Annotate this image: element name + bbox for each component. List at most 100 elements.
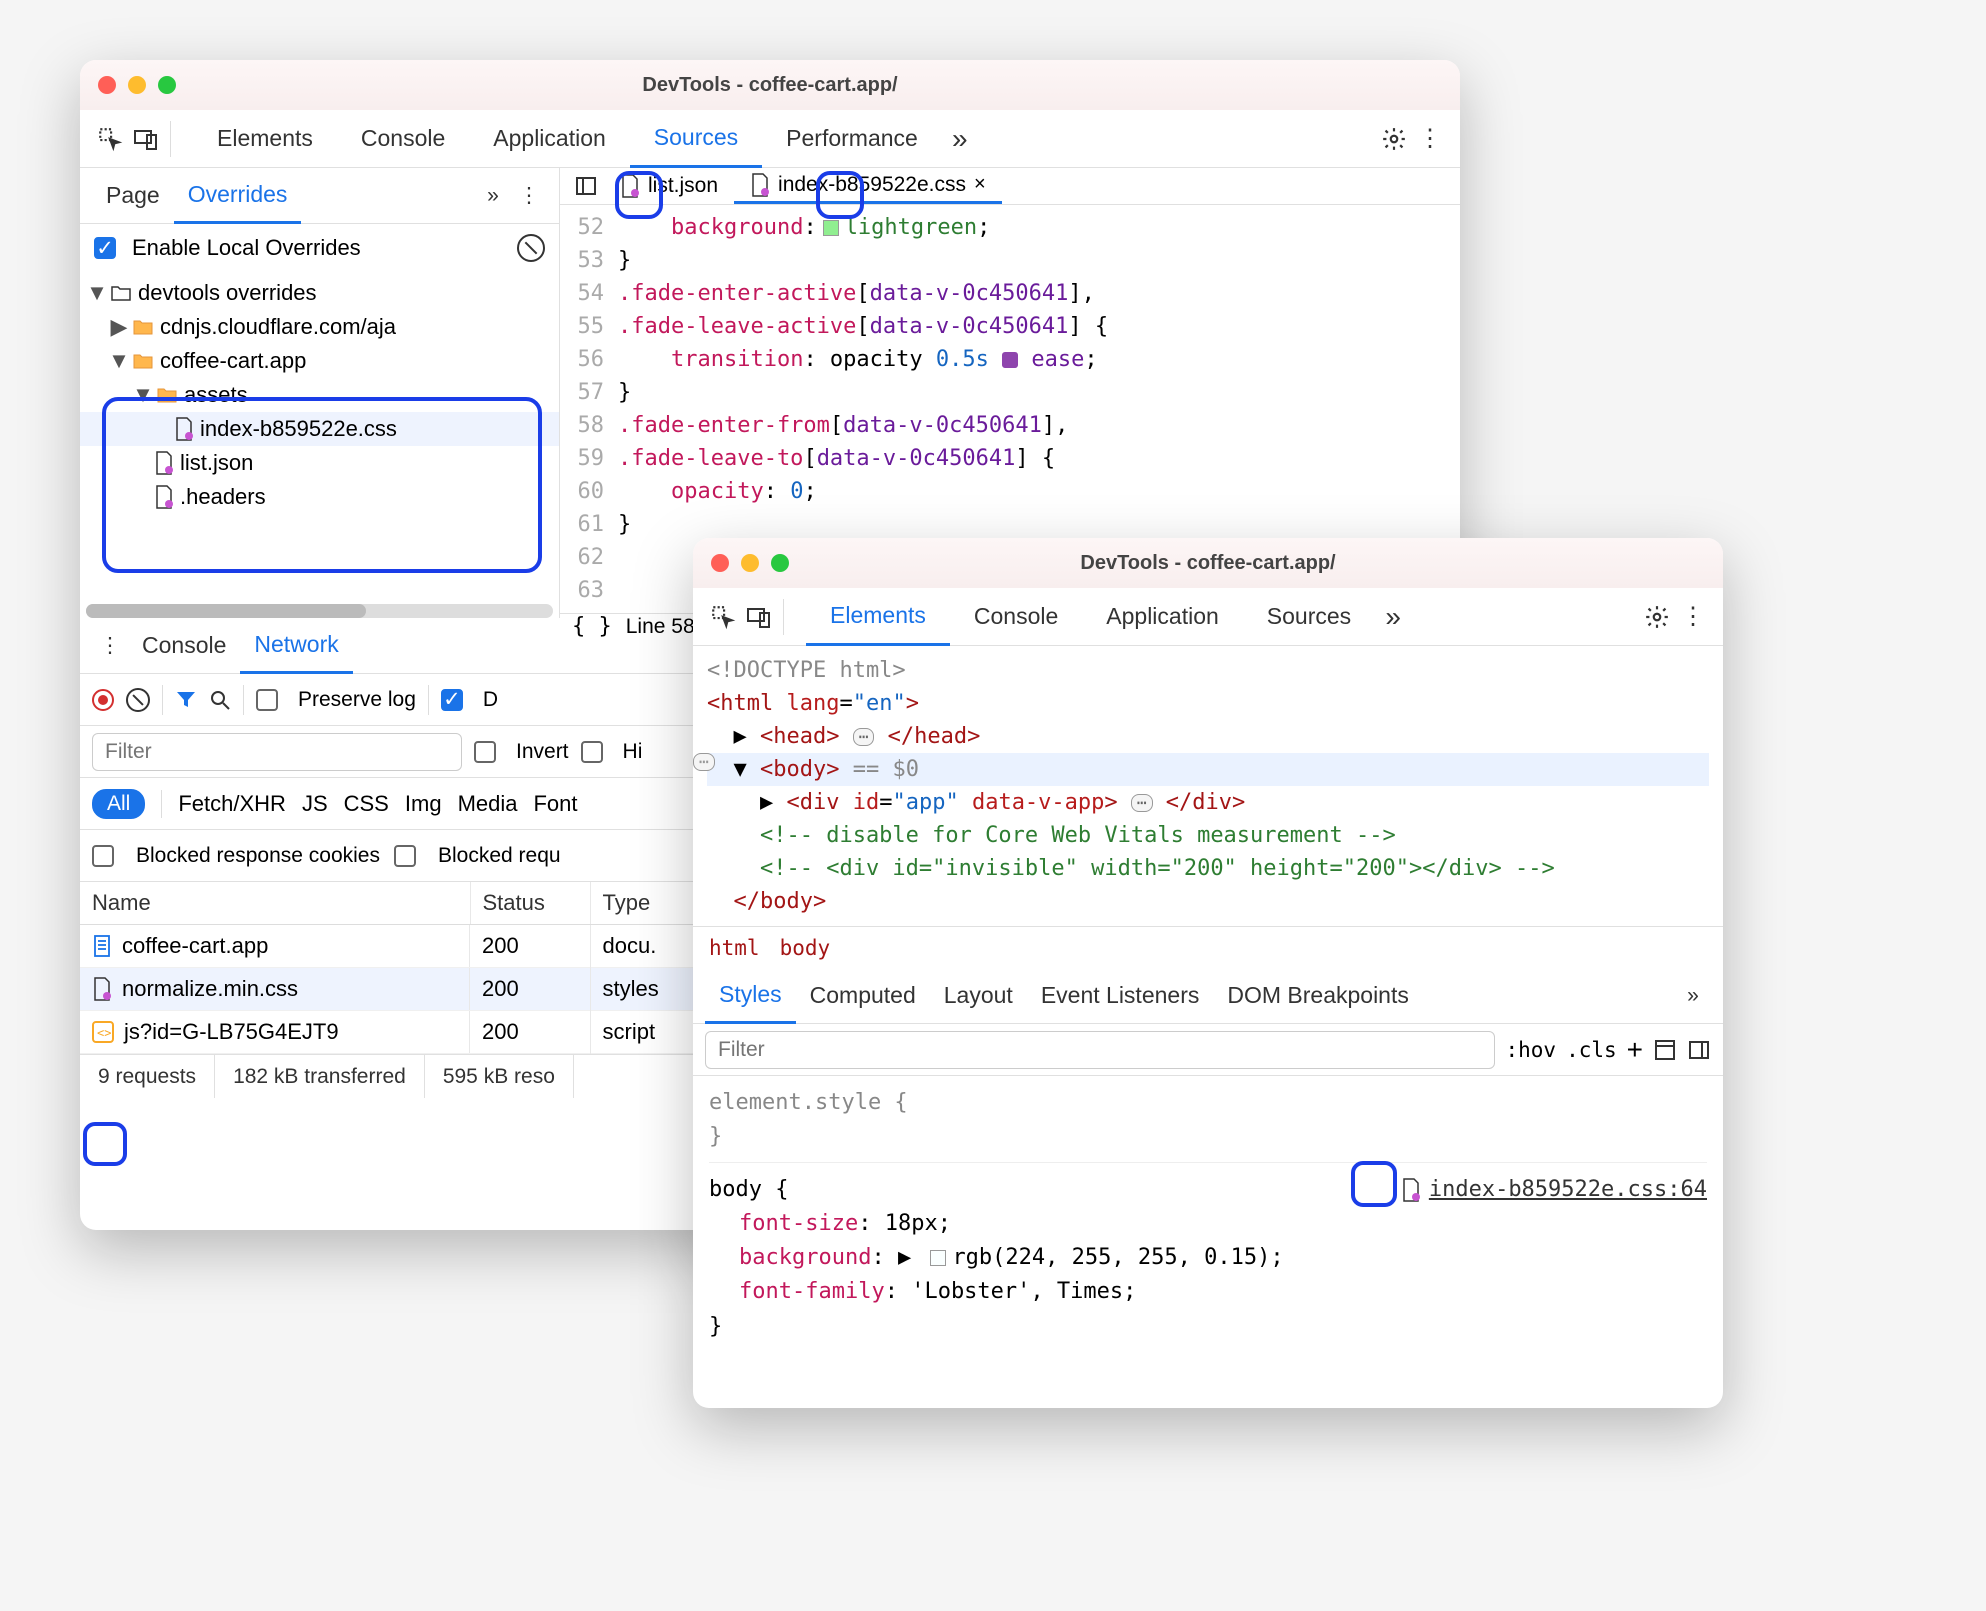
hide-dataurls-checkbox[interactable] — [581, 741, 603, 763]
window-title: DevTools - coffee-cart.app/ — [1080, 552, 1335, 575]
filter-fetch[interactable]: Fetch/XHR — [178, 791, 286, 817]
zoom-window-button[interactable] — [158, 76, 176, 94]
tree-coffee-cart[interactable]: ▼ coffee-cart.app — [80, 344, 559, 378]
tab-console[interactable]: Console — [337, 110, 469, 168]
tree-assets[interactable]: ▼ assets — [80, 378, 559, 412]
more-styles-tabs-icon[interactable]: » — [1675, 978, 1711, 1014]
styles-tab-styles[interactable]: Styles — [705, 968, 796, 1024]
hov-toggle[interactable]: :hov — [1505, 1038, 1556, 1062]
inspect-element-icon[interactable] — [705, 599, 741, 635]
more-subtabs-icon[interactable]: » — [475, 178, 511, 214]
inspect-element-icon[interactable] — [92, 121, 128, 157]
enable-overrides-checkbox[interactable]: ✓ — [94, 237, 116, 259]
network-filter-input[interactable] — [92, 733, 462, 771]
blocked-cookies-checkbox[interactable] — [92, 845, 114, 867]
search-icon[interactable] — [209, 689, 231, 711]
resources-size: 595 kB reso — [425, 1055, 574, 1098]
more-tabs-icon[interactable]: » — [1375, 599, 1411, 635]
file-override-icon — [750, 173, 770, 197]
dom-tree[interactable]: <!DOCTYPE html> <html lang="en"> ▶ <head… — [693, 646, 1723, 926]
styles-tab-listeners[interactable]: Event Listeners — [1027, 968, 1214, 1024]
filter-font[interactable]: Font — [533, 791, 577, 817]
settings-icon[interactable] — [1376, 121, 1412, 157]
settings-icon[interactable] — [1639, 599, 1675, 635]
record-icon[interactable] — [92, 689, 114, 711]
preserve-log-checkbox[interactable] — [256, 689, 278, 711]
computed-styles-icon[interactable] — [1653, 1038, 1677, 1062]
zoom-window-button[interactable] — [771, 554, 789, 572]
invert-checkbox[interactable] — [474, 741, 496, 763]
file-override-icon — [1401, 1178, 1421, 1202]
subtab-page[interactable]: Page — [92, 168, 174, 224]
pretty-print-icon[interactable]: { } — [572, 614, 612, 639]
tree-file-css[interactable]: index-b859522e.css — [80, 412, 559, 446]
source-link[interactable]: index-b859522e.css:64 — [1401, 1173, 1707, 1207]
filter-img[interactable]: Img — [405, 791, 442, 817]
new-style-rule-icon[interactable]: + — [1627, 1034, 1643, 1066]
tab-elements[interactable]: Elements — [193, 110, 337, 168]
file-override-icon — [92, 977, 112, 1001]
cursor-position: Line 58 — [626, 615, 695, 639]
filter-css[interactable]: CSS — [344, 791, 389, 817]
tab-application[interactable]: Application — [469, 110, 630, 168]
tab-performance[interactable]: Performance — [762, 110, 942, 168]
element-style-label[interactable]: element.style { — [709, 1086, 1707, 1120]
tab-sources[interactable]: Sources — [630, 110, 762, 168]
cls-toggle[interactable]: .cls — [1566, 1038, 1617, 1062]
drawer-tab-console[interactable]: Console — [128, 618, 240, 674]
close-window-button[interactable] — [98, 76, 116, 94]
minimize-window-button[interactable] — [741, 554, 759, 572]
kebab-menu-icon[interactable]: ⋮ — [1675, 599, 1711, 635]
device-toolbar-icon[interactable] — [741, 599, 777, 635]
styles-tab-dombreakpoints[interactable]: DOM Breakpoints — [1213, 968, 1423, 1024]
close-window-button[interactable] — [711, 554, 729, 572]
styles-tab-layout[interactable]: Layout — [930, 968, 1027, 1024]
tree-file-headers[interactable]: .headers — [80, 480, 559, 514]
filter-js[interactable]: JS — [302, 791, 328, 817]
filter-media[interactable]: Media — [458, 791, 518, 817]
enable-overrides-label: Enable Local Overrides — [132, 235, 361, 261]
file-tab-css[interactable]: index-b859522e.css × — [734, 168, 1002, 204]
drawer-kebab-icon[interactable]: ⋮ — [92, 628, 128, 664]
folder-icon — [156, 386, 178, 404]
rule-selector[interactable]: body { — [709, 1173, 788, 1207]
blocked-requests-label: Blocked requ — [438, 844, 561, 868]
tree-root[interactable]: ▼ devtools overrides — [80, 276, 559, 310]
titlebar: DevTools - coffee-cart.app/ — [693, 538, 1723, 588]
tree-cdnjs[interactable]: ▶ cdnjs.cloudflare.com/aja — [80, 310, 559, 344]
styles-tab-computed[interactable]: Computed — [796, 968, 930, 1024]
script-icon: <> — [92, 1021, 114, 1043]
sidebar-kebab-icon[interactable]: ⋮ — [511, 178, 547, 214]
drawer-tab-network[interactable]: Network — [240, 618, 352, 674]
close-tab-icon[interactable]: × — [974, 173, 986, 196]
more-tabs-icon[interactable]: » — [942, 121, 978, 157]
subtab-overrides[interactable]: Overrides — [174, 168, 302, 224]
hide-label: Hi — [623, 740, 643, 764]
main-toolbar: Elements Console Application Sources Per… — [80, 110, 1460, 168]
filter-all[interactable]: All — [92, 789, 145, 819]
col-status[interactable]: Status — [470, 882, 590, 925]
toggle-sidebar-icon[interactable] — [1687, 1038, 1711, 1062]
filter-icon[interactable] — [175, 689, 197, 711]
kebab-menu-icon[interactable]: ⋮ — [1412, 121, 1448, 157]
transferred-size: 182 kB transferred — [215, 1055, 425, 1098]
tab-application[interactable]: Application — [1082, 588, 1243, 646]
tab-elements[interactable]: Elements — [806, 588, 950, 646]
tab-sources[interactable]: Sources — [1243, 588, 1375, 646]
minimize-window-button[interactable] — [128, 76, 146, 94]
tab-console[interactable]: Console — [950, 588, 1082, 646]
toggle-navigator-icon[interactable] — [568, 168, 604, 204]
col-name[interactable]: Name — [80, 882, 470, 925]
tree-file-json[interactable]: list.json — [80, 446, 559, 480]
disable-cache-checkbox[interactable]: ✓ — [441, 689, 463, 711]
clear-overrides-icon[interactable] — [517, 234, 545, 262]
blocked-requests-checkbox[interactable] — [394, 845, 416, 867]
device-toolbar-icon[interactable] — [128, 121, 164, 157]
file-override-icon — [154, 451, 174, 475]
file-tab-list-json[interactable]: list.json — [604, 168, 734, 204]
svg-text:<>: <> — [97, 1026, 111, 1040]
folder-icon — [110, 284, 132, 302]
clear-icon[interactable] — [126, 688, 150, 712]
breadcrumb[interactable]: html body — [693, 926, 1723, 968]
styles-filter-input[interactable] — [705, 1031, 1495, 1069]
